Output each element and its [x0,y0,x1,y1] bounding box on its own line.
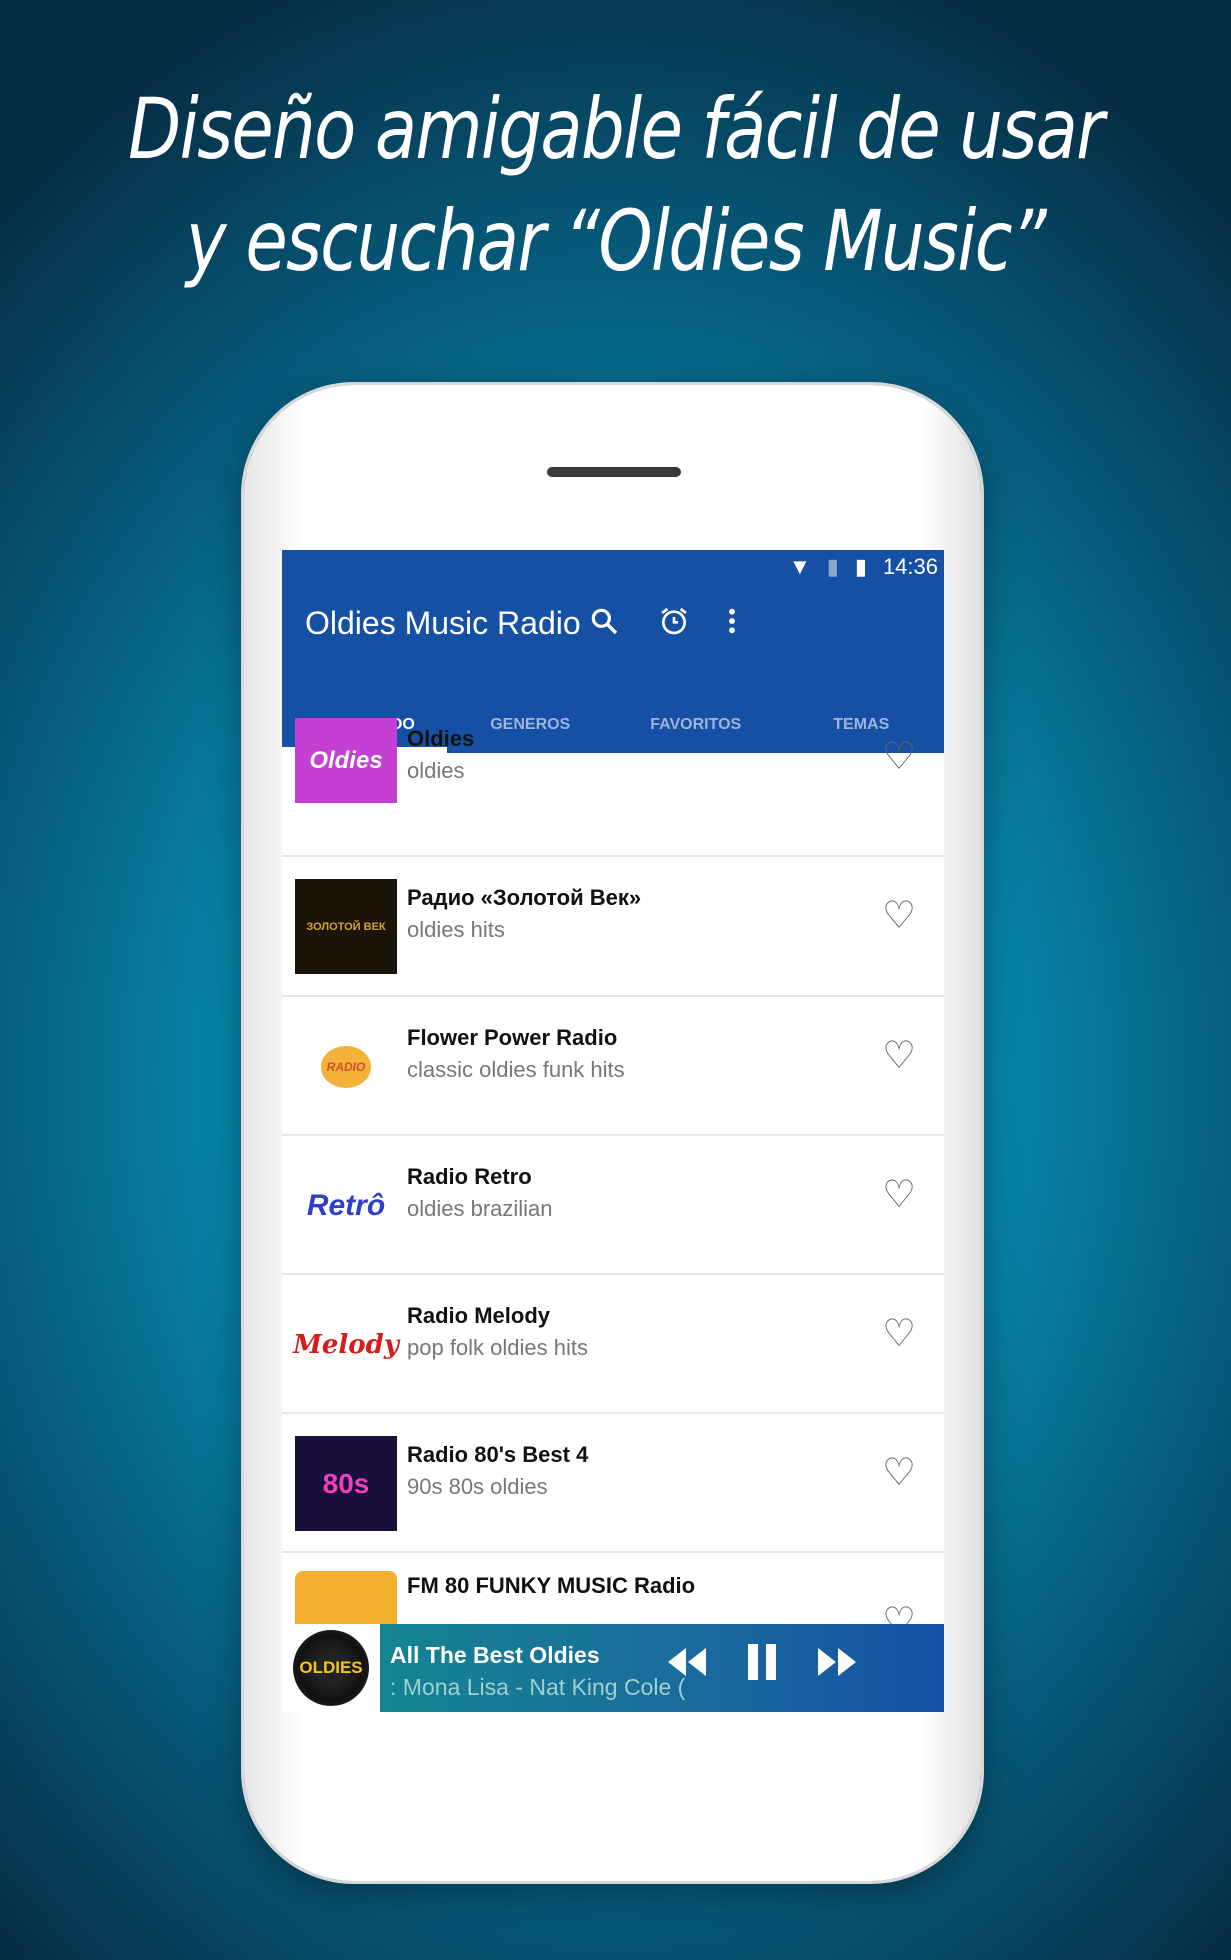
promo-headline-line1: Diseño amigable fácil de usar [128,80,1104,178]
no-sim-icon: ▮ [826,554,839,579]
player-now-playing: : Mona Lisa - Nat King Cole ( [390,1674,686,1700]
station-logo: ЗОЛОТОЙ ВЕК [295,879,397,974]
station-logo: 80s [295,1436,397,1531]
station-name: Radio Retro [407,1164,532,1189]
favorite-heart-icon[interactable]: ♡ [882,1172,916,1217]
more-vert-icon[interactable] [712,605,752,645]
player-station-name: All The Best Oldies [390,1642,600,1668]
station-row[interactable]: Oldies Oldies oldies ♡ [282,718,944,857]
station-logo: Retrô [306,1188,386,1222]
status-bar: ▼ ▮ ▮ 14:36 [789,552,938,582]
station-tags: pop folk oldies hits [407,1335,588,1360]
station-name: Flower Power Radio [407,1025,618,1050]
wifi-icon: ▼ [788,554,811,579]
mini-player[interactable]: OLDIES All The Best Oldies : Mona Lisa -… [282,1624,944,1712]
promo-headline-line2: y escuchar “Oldies Music” [185,192,1047,290]
search-icon[interactable] [584,605,624,645]
station-name: FM 80 FUNKY MUSIC Radio [407,1573,696,1598]
station-tags: oldies [407,758,465,783]
station-row[interactable]: ЗОЛОТОЙ ВЕК Радио «Золотой Век» oldies h… [282,857,944,997]
station-row[interactable]: Melody Radio Melody pop folk oldies hits… [282,1275,944,1414]
favorite-heart-icon[interactable]: ♡ [882,893,916,938]
station-logo: RADIO [295,1019,397,1114]
station-row[interactable]: 80s Radio 80's Best 4 90s 80s oldies ♡ [282,1414,944,1553]
station-logo: Oldies [295,718,397,803]
station-tags: oldies brazilian [407,1196,553,1221]
phone-speaker [547,467,681,477]
station-name: Oldies [407,726,475,751]
station-logo: Melody [293,1329,399,1360]
station-tags: oldies hits [407,917,505,942]
app-screen: ▼ ▮ ▮ 14:36 Oldies Music Radio DESTACADO… [282,550,944,1712]
app-title: Oldies Music Radio [305,605,581,641]
station-name: Радио «Золотой Век» [407,885,642,910]
favorite-heart-icon[interactable]: ♡ [882,1033,916,1078]
station-name: Radio 80's Best 4 [407,1442,589,1467]
status-time: 14:36 [882,554,938,579]
station-tags: classic oldies funk hits [407,1057,625,1082]
rewind-icon[interactable] [664,1640,712,1695]
station-tags: 90s 80s oldies [407,1474,548,1499]
player-station-logo: OLDIES [282,1624,380,1712]
favorite-heart-icon[interactable]: ♡ [882,1450,916,1495]
station-row[interactable]: Retrô Radio Retro oldies brazilian ♡ [282,1136,944,1275]
battery-icon: ▮ [854,554,867,579]
favorite-heart-icon[interactable]: ♡ [882,734,916,779]
favorite-heart-icon[interactable]: ♡ [882,1311,916,1356]
pause-icon[interactable] [742,1640,782,1695]
alarm-icon[interactable] [654,605,694,645]
fast-forward-icon[interactable] [812,1640,860,1695]
station-row[interactable]: RADIO Flower Power Radio classic oldies … [282,997,944,1136]
station-name: Radio Melody [407,1303,551,1328]
